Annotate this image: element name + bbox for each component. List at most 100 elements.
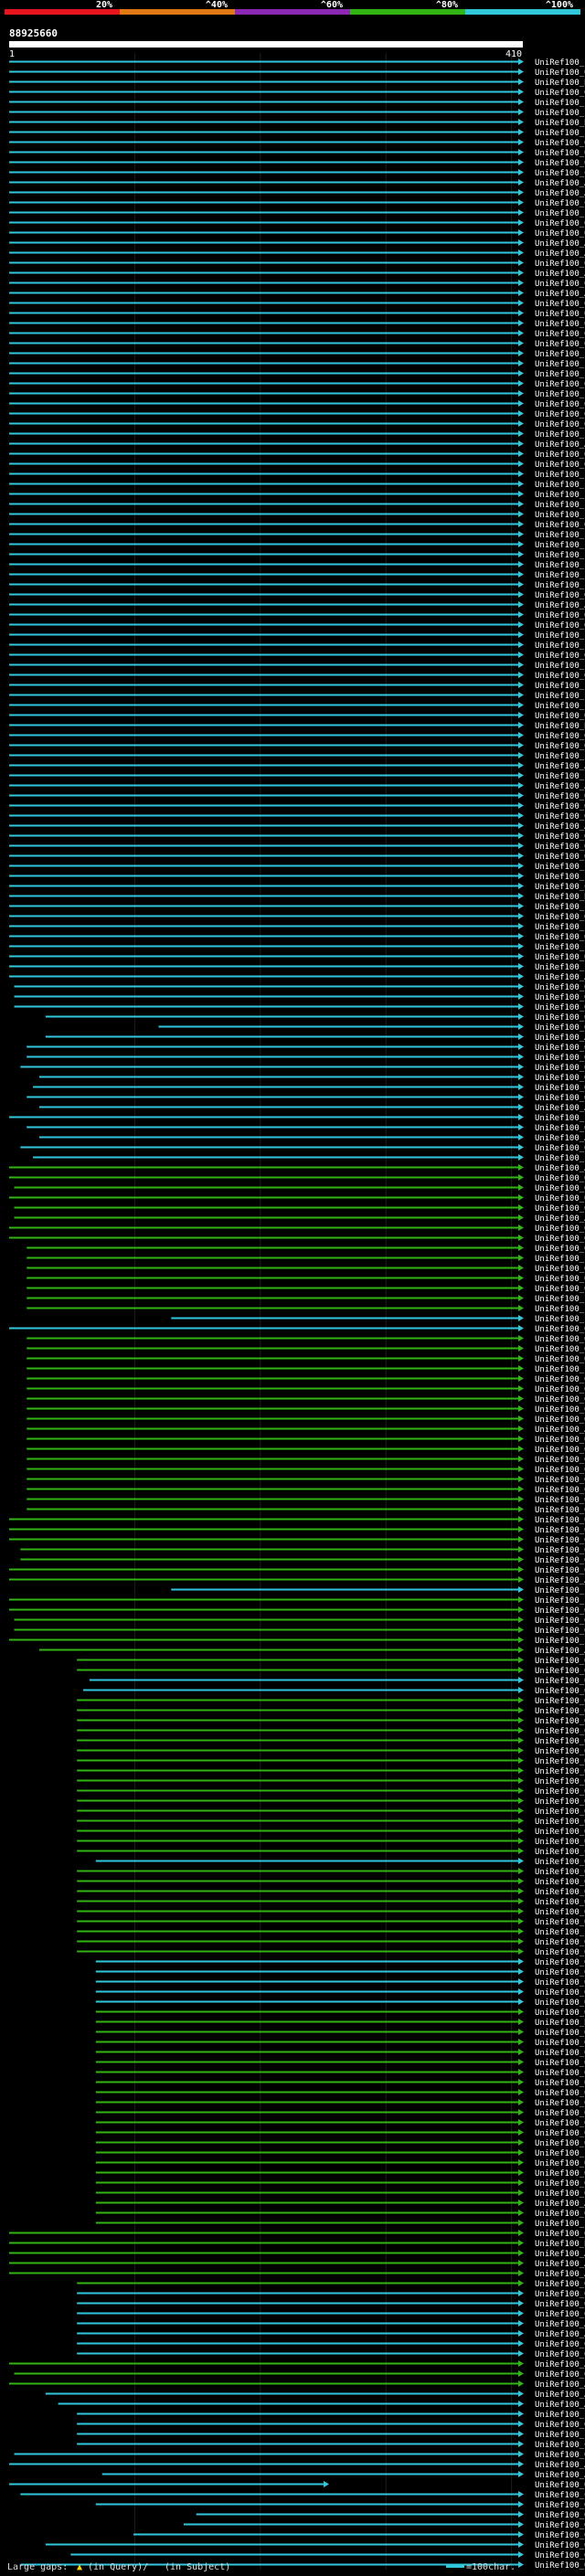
hit-row[interactable]: UniRef100_Q40550: [14, 1204, 585, 1214]
hit-row[interactable]: UniRef100_Q9ZW09: [77, 1727, 585, 1736]
hit-row[interactable]: UniRef100_Q49130: [27, 1265, 585, 1274]
hit-row[interactable]: UniRef100_A9NRU8: [45, 2390, 585, 2400]
hit-label[interactable]: UniRef100_Q9SHW8: [535, 1707, 585, 1716]
hit-label[interactable]: UniRef100_Q49130: [535, 1265, 585, 1274]
hit-label[interactable]: UniRef100_A1YN03: [535, 601, 585, 610]
hit-row[interactable]: UniRef100_Q5ZF37: [27, 1456, 585, 1465]
hit-label[interactable]: UniRef100_Q10625: [535, 1556, 585, 1565]
hit-label[interactable]: UniRef100_Q9A9P1: [535, 2511, 585, 2520]
hit-label[interactable]: UniRef100_Q9ZR63: [535, 1938, 585, 1947]
hit-label[interactable]: UniRef100_A0NMC2: [535, 2250, 585, 2259]
hit-row[interactable]: UniRef100_A9XPX5: [38, 1104, 585, 1113]
hit-row[interactable]: UniRef100_Q9ZW05: [77, 1737, 585, 1746]
hit-label[interactable]: UniRef100_P05349: [535, 873, 585, 882]
hit-row[interactable]: UniRef100_Q9ZWH4: [77, 1777, 585, 1786]
hit-label[interactable]: UniRef100_P19308: [535, 1596, 585, 1606]
hit-label[interactable]: UniRef100_P05346: [535, 481, 585, 490]
hit-label[interactable]: UniRef100_Q39749: [535, 1054, 585, 1063]
hit-row[interactable]: UniRef100_Q22573: [9, 1235, 585, 1244]
hit-label[interactable]: UniRef100_P19312: [535, 1295, 585, 1304]
hit-label[interactable]: UniRef100_Q8N2Z3: [535, 2551, 585, 2560]
hit-label[interactable]: UniRef100_P00089: [535, 1315, 585, 1324]
hit-label[interactable]: UniRef100_Q10673: [535, 1355, 585, 1364]
hit-label[interactable]: UniRef100_A9PG68: [535, 189, 585, 198]
hit-row[interactable]: UniRef100_Q9SHW9: [77, 1717, 585, 1726]
hit-label[interactable]: UniRef100_Q05349: [535, 832, 585, 842]
hit-label[interactable]: UniRef100_Q32253: [535, 812, 585, 822]
hit-label[interactable]: UniRef100_Q10788: [535, 1245, 585, 1254]
hit-label[interactable]: UniRef100_A0N165: [535, 2200, 585, 2209]
hit-row[interactable]: UniRef100_P22433: [9, 511, 585, 520]
hit-label[interactable]: UniRef100_Q9ADC3: [535, 2350, 585, 2359]
hit-label[interactable]: UniRef100_Q51894: [535, 591, 585, 600]
hit-label[interactable]: UniRef100_Q9ZWH4: [535, 1777, 585, 1786]
hit-row[interactable]: UniRef100_P00089: [171, 1315, 585, 1324]
hit-label[interactable]: UniRef100_Q10784: [535, 1486, 585, 1495]
hit-label[interactable]: UniRef100_A9YTZ0: [535, 762, 585, 771]
hit-row[interactable]: UniRef100_Q9ZW06: [77, 1657, 585, 1666]
hit-row[interactable]: UniRef100_Q107W5: [27, 1446, 585, 1455]
hit-label[interactable]: UniRef100_C6SVL6: [535, 199, 585, 208]
hit-label[interactable]: UniRef100_Q84QE5: [535, 451, 585, 460]
hit-label[interactable]: UniRef100_Q10782: [535, 1325, 585, 1334]
hit-label[interactable]: UniRef100_Q3EDH1: [535, 2481, 585, 2490]
hit-label[interactable]: UniRef100_P04714: [535, 903, 585, 912]
hit-row[interactable]: UniRef100_A9PJN0: [9, 239, 585, 249]
hit-row[interactable]: UniRef100_P00889: [9, 209, 585, 218]
hit-label[interactable]: UniRef100_Q49129: [535, 1606, 585, 1616]
hit-row[interactable]: UniRef100_A0NMC2: [9, 2250, 585, 2259]
hit-label[interactable]: UniRef100_P18960: [535, 1114, 585, 1123]
hit-row[interactable]: UniRef100_P07179: [9, 541, 585, 550]
hit-row[interactable]: UniRef100_Q39748: [27, 1124, 585, 1133]
hit-label[interactable]: UniRef100_Q10624: [535, 1385, 585, 1394]
hit-row[interactable]: UniRef100_A9NML5: [58, 2401, 585, 2410]
hit-label[interactable]: UniRef100_Q9SHW7: [535, 1697, 585, 1706]
hit-label[interactable]: UniRef100_Q50053: [535, 1285, 585, 1294]
hit-label[interactable]: UniRef100_P26573: [535, 702, 585, 711]
hit-row[interactable]: UniRef100_Q9SHX2: [77, 1807, 585, 1817]
hit-row[interactable]: UniRef100_Q2A0H8: [9, 1566, 585, 1575]
hit-label[interactable]: UniRef100_Q9SP09: [535, 2159, 585, 2168]
hit-label[interactable]: UniRef100_A6F1P7: [535, 782, 585, 791]
hit-label[interactable]: UniRef100_Q31314: [535, 1174, 585, 1183]
hit-label[interactable]: UniRef100_Q9XG24: [535, 792, 585, 801]
hit-label[interactable]: UniRef100_Q9S7W0: [535, 1998, 585, 2008]
hit-label[interactable]: UniRef100_B7FHC2: [535, 119, 585, 128]
hit-label[interactable]: UniRef100_P16036: [535, 2411, 585, 2420]
hit-row[interactable]: UniRef100_Q9SHX3: [77, 1818, 585, 1827]
hit-label[interactable]: UniRef100_P07180: [535, 923, 585, 932]
hit-row[interactable]: UniRef100_P04715: [9, 662, 585, 671]
hit-label[interactable]: UniRef100_Q9F9Z2: [535, 1958, 585, 1967]
hit-row[interactable]: UniRef100_P00089: [9, 109, 585, 118]
hit-label[interactable]: UniRef100_Q9FX52: [535, 2300, 585, 2309]
hit-row[interactable]: UniRef100_Q41373: [77, 1767, 585, 1776]
hit-label[interactable]: UniRef100_P10797: [535, 571, 585, 580]
hit-row[interactable]: UniRef100_P19312: [27, 1295, 585, 1304]
hit-label[interactable]: UniRef100_A1YMW8: [535, 1034, 585, 1043]
hit-row[interactable]: UniRef100_Q10780: [27, 1476, 585, 1485]
hit-row[interactable]: UniRef100_P10797: [9, 571, 585, 580]
hit-row[interactable]: UniRef100_Q39749: [27, 1054, 585, 1063]
hit-row[interactable]: UniRef100_A7VYW4: [9, 1576, 585, 1585]
hit-row[interactable]: UniRef100_A9YTZ0: [9, 762, 585, 771]
hit-label[interactable]: UniRef100_P00889: [535, 209, 585, 218]
hit-label[interactable]: UniRef100_C0RR41: [535, 2491, 585, 2500]
hit-row[interactable]: UniRef100_P31333: [9, 963, 585, 972]
hit-row[interactable]: UniRef100_Q2V3Z7: [9, 1194, 585, 1203]
hit-row[interactable]: UniRef100_Q9ADC5: [45, 2541, 585, 2550]
hit-label[interactable]: UniRef100_Q9ZW09: [535, 1727, 585, 1736]
hit-label[interactable]: UniRef100_Q40550: [535, 1204, 585, 1214]
hit-row[interactable]: UniRef100_Q8GUJ7: [9, 310, 585, 319]
hit-row[interactable]: UniRef100_A9NIN0: [77, 2320, 585, 2329]
hit-label[interactable]: UniRef100_P00089: [535, 109, 585, 118]
hit-row[interactable]: UniRef100_Q84NC5: [27, 1094, 585, 1103]
hit-row[interactable]: UniRef100_Q107W7: [20, 1546, 585, 1555]
hit-label[interactable]: UniRef100_P22433: [535, 511, 585, 520]
hit-label[interactable]: UniRef100_A9YTZ9: [535, 973, 585, 982]
hit-row[interactable]: UniRef100_Q10645: [9, 1516, 585, 1525]
hit-label[interactable]: UniRef100_P27985: [535, 430, 585, 440]
hit-row[interactable]: UniRef100_Q9XG25: [9, 953, 585, 962]
hit-label[interactable]: UniRef100_Q22645: [535, 1526, 585, 1535]
hit-label[interactable]: UniRef100_Q9SDY4: [535, 2129, 585, 2138]
hit-row[interactable]: UniRef100_Q22573: [27, 1405, 585, 1415]
